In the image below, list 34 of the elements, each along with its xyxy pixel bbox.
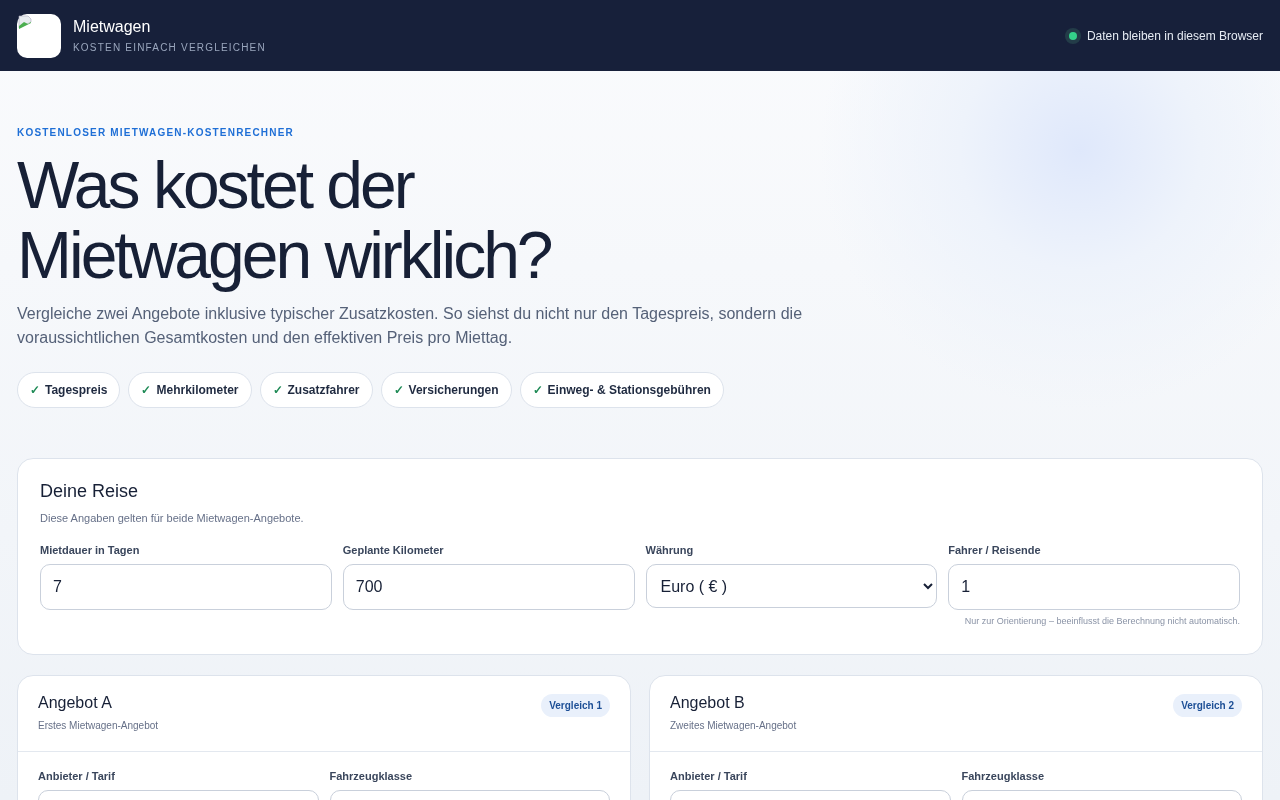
field-label: Währung — [645, 544, 695, 556]
logo-icon — [17, 13, 61, 58]
feature-chip: ✓ Zusatzfahrer — [259, 372, 373, 408]
hero-lead: Vergleiche zwei Angebote inklusive typischer Zusatzkosten. So siehst du nicht nur den Tagespreis, sondern die voraussichtlichen Gesamtkosten und den effektiven Preis pro Miettag. — [17, 304, 804, 348]
currency-select[interactable]: Euro ( € ) — [645, 564, 938, 608]
status-dot-icon — [1064, 27, 1081, 44]
offer-subtitle: Erstes Mietwagen-Angebot — [38, 720, 159, 731]
eyebrow-text: KOSTENLOSER MIETWAGEN-KOSTENRECHNER — [17, 127, 295, 138]
field-label: Mietdauer in Tagen — [40, 544, 141, 556]
card-title: Deine Reise — [40, 481, 140, 502]
feature-chip: ✓ Einweg- & Stationsgebühren — [519, 372, 724, 408]
feature-chip: ✓ Versicherungen — [380, 372, 512, 408]
offer-badge: Vergleich 2 — [1173, 694, 1242, 717]
field-label: Geplante Kilometer — [342, 544, 445, 556]
field-label: Anbieter / Tarif — [38, 770, 116, 782]
offer-badge: Vergleich 1 — [541, 694, 610, 717]
feature-chip: ✓ Mehrkilometer — [128, 372, 252, 408]
hero-title: Was kostet der Mietwagen wirklich? — [17, 150, 552, 290]
offer-subtitle: Zweites Mietwagen-Angebot — [670, 720, 797, 731]
offer-title: Angebot B — [670, 694, 746, 712]
input-field[interactable]: 7 — [40, 564, 332, 610]
field-label: Fahrer / Reisende — [948, 544, 1042, 556]
feature-chip: ✓ Tagespreis — [17, 372, 121, 408]
card-subtitle: Diese Angaben gelten für beide Mietwagen-Angebote. — [40, 512, 305, 524]
input-field[interactable]: 1 — [948, 564, 1240, 610]
input-field[interactable]: 700 — [342, 564, 635, 610]
field-label: Fahrzeugklasse — [329, 770, 414, 782]
status-text: Daten bleiben in diesem Browser — [1086, 28, 1263, 43]
app-subtitle: KOSTEN EINFACH VERGLEICHEN — [73, 42, 266, 53]
field-label: Anbieter / Tarif — [670, 770, 748, 782]
field-label: Fahrzeugklasse — [961, 770, 1046, 782]
field-hint: Nur zur Orientierung – beeinflusst die Berechnung nicht automatisch. — [963, 616, 1240, 626]
offer-title: Angebot A — [38, 694, 113, 712]
app-title: Mietwagen — [73, 18, 152, 36]
